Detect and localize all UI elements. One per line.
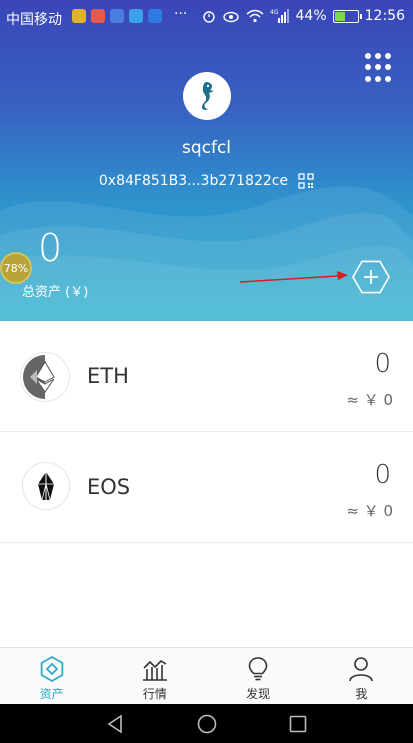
user-icon	[349, 657, 374, 682]
lightbulb-icon	[248, 657, 268, 681]
signal-icon: 4G	[270, 9, 289, 23]
nav-market[interactable]: 行情	[103, 648, 206, 704]
token-list: ETH 0 ≈ ￥ 0 EOS 0 ≈ ￥ 0	[0, 321, 413, 543]
status-right: 4G 44% 12:56	[202, 8, 405, 24]
ethereum-icon	[20, 352, 70, 402]
add-token-button[interactable]	[351, 257, 391, 297]
token-symbol: ETH	[87, 364, 129, 388]
menu-grid-icon[interactable]	[365, 53, 395, 83]
app-notification-icon	[129, 9, 143, 23]
notification-icons	[72, 9, 162, 23]
total-assets-value: 0	[38, 226, 63, 270]
token-symbol: EOS	[87, 475, 131, 499]
status-bar: 中国移动 ··· 4G 44% 12:56	[0, 0, 413, 34]
eos-icon	[22, 462, 70, 510]
bottom-nav: 资产 行情 发现 我	[0, 647, 413, 704]
app-notification-icon	[72, 9, 86, 23]
battery-level	[334, 11, 346, 21]
eye-icon	[222, 11, 239, 23]
progress-badge: 78%	[0, 252, 32, 284]
back-icon[interactable]	[105, 713, 127, 735]
nav-me-label: 我	[355, 687, 368, 701]
app-notification-icon	[91, 9, 105, 23]
system-nav-bar	[0, 704, 413, 743]
nav-discover[interactable]: 发现	[207, 648, 310, 704]
address-row[interactable]: 0x84F851B3...3b271822ce	[0, 173, 413, 189]
token-fiat-value: ≈ ￥ 0	[346, 391, 393, 409]
alarm-icon	[202, 11, 215, 23]
battery-percent: 44%	[295, 8, 327, 24]
annotation-arrow	[239, 271, 348, 283]
token-amount: 0	[374, 349, 391, 379]
wifi-icon	[246, 9, 264, 23]
token-row-eos[interactable]: EOS 0 ≈ ￥ 0	[0, 432, 413, 543]
qr-code-icon[interactable]	[298, 173, 314, 189]
token-amount: 0	[374, 460, 391, 490]
assets-icon	[40, 655, 63, 683]
carrier-label: 中国移动	[6, 12, 62, 28]
network-type: 4G	[270, 9, 279, 16]
app-notification-icon	[110, 9, 124, 23]
nav-me[interactable]: 我	[310, 648, 413, 704]
nav-discover-label: 发现	[246, 687, 271, 701]
nav-assets-label: 资产	[39, 687, 64, 701]
avatar[interactable]	[183, 72, 231, 120]
more-notifications: ···	[174, 6, 188, 22]
battery-icon	[332, 9, 362, 23]
app-notification-icon	[148, 9, 162, 23]
clock: 12:56	[364, 8, 405, 24]
token-row-eth[interactable]: ETH 0 ≈ ￥ 0	[0, 321, 413, 432]
token-fiat-value: ≈ ￥ 0	[346, 502, 393, 520]
wallet-name: sqcfcl	[181, 138, 232, 158]
total-assets-label: 总资产 (￥)	[22, 285, 89, 300]
nav-market-label: 行情	[142, 687, 167, 701]
nav-assets[interactable]: 资产	[0, 648, 103, 704]
home-icon[interactable]	[196, 713, 218, 735]
wallet-address[interactable]: 0x84F851B3...3b271822ce	[99, 173, 288, 189]
seahorse-icon	[201, 82, 214, 110]
market-chart-icon	[142, 659, 167, 681]
ethereum-logo	[22, 354, 68, 400]
eos-logo	[38, 472, 54, 501]
recents-icon[interactable]	[287, 713, 309, 735]
wallet-header: sqcfcl 0x84F851B3...3b271822ce 78% 0 总资产…	[0, 0, 413, 321]
